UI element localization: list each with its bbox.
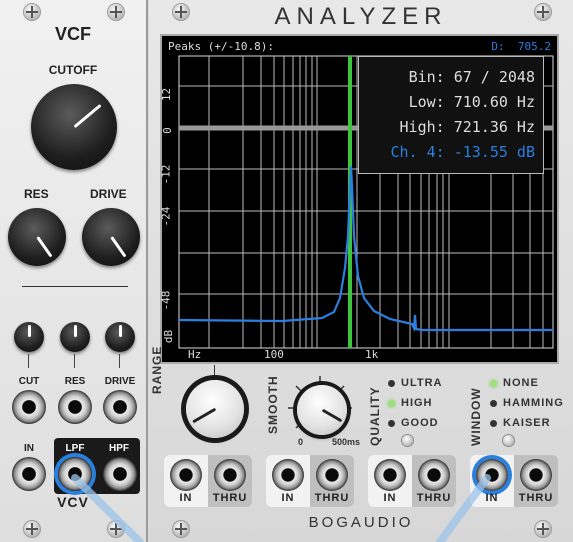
- res-label: RES: [24, 187, 49, 201]
- drive-knob[interactable]: [82, 208, 140, 266]
- io-group-1: IN THRU: [164, 455, 252, 507]
- smooth-label: SMOOTH: [266, 375, 280, 434]
- window-options: NONE HAMMING KAISER: [490, 373, 564, 433]
- cut-cv-jack[interactable]: [12, 390, 46, 424]
- thru-jack-2[interactable]: [316, 459, 348, 491]
- cut-cv-knob[interactable]: [14, 322, 44, 352]
- window-hamming-option: HAMMING: [490, 393, 564, 413]
- quality-label: QUALITY: [368, 386, 382, 446]
- vcf-in-jack[interactable]: [12, 457, 46, 491]
- spectrum-display[interactable]: Peaks (+/-10.8): D: 705.2 12 0 -12 -24 -…: [159, 36, 557, 362]
- io-group-4: IN THRU: [470, 455, 558, 507]
- range-knob[interactable]: [186, 380, 244, 438]
- input-jack-1[interactable]: [170, 459, 202, 491]
- y-tick: 12: [160, 87, 174, 102]
- input-jack-4[interactable]: [476, 459, 508, 491]
- res-cv-label: RES: [64, 376, 86, 387]
- hpf-label: HPF: [109, 443, 129, 454]
- x-tick: 100: [264, 348, 284, 361]
- bogaudio-logo: BOGAUDIO: [308, 514, 414, 531]
- vcv-logo: VCV: [57, 494, 89, 510]
- readout-box: Bin: 67 / 2048 Low: 710.60 Hz High: 721.…: [358, 56, 544, 174]
- y-tick: -48: [159, 290, 173, 311]
- thru-label: THRU: [416, 492, 452, 504]
- x-axis-unit: Hz: [188, 348, 202, 361]
- in-label: IN: [179, 492, 193, 504]
- readout-channel: Ch. 4: -13.55 dB: [390, 143, 536, 161]
- cutoff-label: CUTOFF: [48, 63, 98, 77]
- quality-options: ULTRA HIGH GOOD: [388, 373, 442, 433]
- readout-high: High: 721.36 Hz: [399, 118, 535, 136]
- quality-button[interactable]: [402, 435, 413, 446]
- in-label: IN: [485, 492, 499, 504]
- smooth-max-label: 500ms: [332, 437, 361, 447]
- drive-cv-knob[interactable]: [105, 322, 135, 352]
- in-label: IN: [24, 443, 34, 454]
- io-group-3: IN THRU: [368, 455, 456, 507]
- cut-cv-label: CUT: [18, 376, 40, 387]
- readout-low: Low: 710.60 Hz: [408, 93, 535, 111]
- input-jack-2[interactable]: [272, 459, 304, 491]
- cutoff-knob[interactable]: [31, 84, 117, 170]
- range-label: RANGE: [150, 345, 164, 394]
- screw-icon: [24, 521, 40, 537]
- led-icon: [490, 399, 497, 407]
- lpf-label: LPF: [65, 443, 85, 454]
- vcf-module: VCF CUTOFF RES DRIVE CUT RES DRIVE IN LP…: [0, 0, 148, 542]
- window-button[interactable]: [503, 435, 514, 446]
- window-label: WINDOW: [469, 387, 483, 446]
- res-knob[interactable]: [8, 208, 66, 266]
- led-icon: [490, 379, 497, 387]
- quality-high-option: HIGH: [388, 393, 442, 413]
- smooth-knob[interactable]: [297, 385, 347, 435]
- screw-icon: [24, 4, 40, 20]
- y-axis-unit: dB: [162, 329, 176, 344]
- divider: [22, 286, 128, 287]
- drive-cv-label: DRIVE: [104, 376, 136, 387]
- quality-ultra-option: ULTRA: [388, 373, 442, 393]
- lpf-out-jack[interactable]: [58, 457, 92, 491]
- divider: [119, 354, 120, 368]
- thru-jack-4[interactable]: [520, 459, 552, 491]
- res-cv-knob[interactable]: [60, 322, 90, 352]
- hpf-out-jack[interactable]: [103, 457, 137, 491]
- led-icon: [388, 419, 395, 427]
- in-label: IN: [383, 492, 397, 504]
- thru-label: THRU: [518, 492, 554, 504]
- window-kaiser-option: KAISER: [490, 413, 564, 433]
- thru-label: THRU: [212, 492, 248, 504]
- smooth-min-label: 0: [298, 437, 304, 447]
- led-icon: [388, 379, 395, 387]
- in-label: IN: [281, 492, 295, 504]
- y-tick: -12: [159, 164, 173, 185]
- divider: [28, 354, 29, 368]
- thru-jack-1[interactable]: [214, 459, 246, 491]
- thru-label: THRU: [314, 492, 350, 504]
- divider: [74, 354, 75, 368]
- x-tick: 1k: [365, 348, 379, 361]
- window-none-option: NONE: [490, 373, 564, 393]
- readout-bin: Bin: 67 / 2048: [408, 68, 535, 86]
- vcf-title: VCF: [55, 24, 91, 44]
- y-tick: -24: [159, 206, 173, 227]
- screw-icon: [108, 4, 124, 20]
- screw-icon: [108, 521, 124, 537]
- drive-cv-jack[interactable]: [103, 390, 137, 424]
- led-icon: [388, 399, 395, 407]
- res-cv-jack[interactable]: [58, 390, 92, 424]
- quality-good-option: GOOD: [388, 413, 442, 433]
- thru-jack-3[interactable]: [418, 459, 450, 491]
- analyzer-title: ANALYZER: [274, 3, 448, 30]
- io-group-2: IN THRU: [266, 455, 354, 507]
- input-jack-3[interactable]: [374, 459, 406, 491]
- led-icon: [490, 419, 497, 427]
- range-tick: [214, 365, 215, 375]
- y-tick: 0: [160, 127, 174, 134]
- drive-label: DRIVE: [90, 187, 127, 201]
